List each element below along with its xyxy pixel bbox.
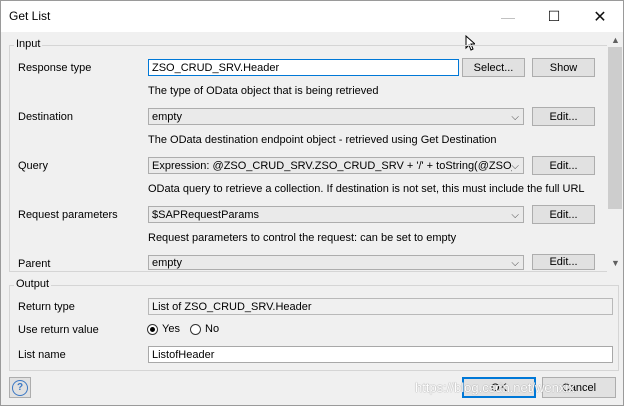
get-list-dialog: Get List — ☐ ✕ Input Response type ZSO_C…: [0, 0, 624, 406]
request-parameters-dropdown[interactable]: $SAPRequestParams ⌵: [148, 206, 524, 223]
request-parameters-value: $SAPRequestParams: [152, 209, 259, 221]
query-value: Expression: @ZSO_CRUD_SRV.ZSO_CRUD_SRV +…: [152, 160, 512, 172]
radio-selected-icon: [147, 323, 158, 335]
show-button[interactable]: Show: [532, 58, 595, 77]
close-button[interactable]: ✕: [577, 1, 623, 32]
window-title: Get List: [9, 9, 51, 23]
output-group: Output Return type List of ZSO_CRUD_SRV.…: [9, 278, 619, 371]
help-icon: ?: [12, 379, 28, 396]
parent-label: Parent: [18, 258, 51, 270]
parent-value: empty: [152, 257, 182, 269]
query-dropdown[interactable]: Expression: @ZSO_CRUD_SRV.ZSO_CRUD_SRV +…: [148, 157, 524, 174]
minimize-button[interactable]: —: [485, 1, 531, 32]
destination-edit-button[interactable]: Edit...: [532, 107, 595, 126]
query-hint: OData query to retrieve a collection. If…: [148, 183, 585, 195]
parent-edit-button[interactable]: Edit...: [532, 254, 595, 270]
vertical-scrollbar[interactable]: ▲ ▼: [607, 33, 623, 272]
scrollbar-thumb[interactable]: [608, 47, 622, 209]
response-type-label: Response type: [18, 62, 92, 74]
list-name-label: List name: [18, 349, 66, 361]
chevron-down-icon: ⌵: [511, 210, 519, 221]
return-type-label: Return type: [18, 301, 75, 313]
destination-hint: The OData destination endpoint object - …: [148, 134, 497, 146]
chevron-down-icon: ⌵: [511, 258, 519, 269]
use-return-value-yes-radio[interactable]: Yes: [147, 323, 180, 335]
radio-no-label: No: [205, 323, 220, 335]
radio-yes-label: Yes: [162, 323, 180, 335]
maximize-button[interactable]: ☐: [531, 1, 577, 32]
output-legend: Output: [14, 278, 52, 290]
scroll-up-icon[interactable]: ▲: [611, 35, 620, 45]
query-edit-button[interactable]: Edit...: [532, 156, 595, 175]
request-parameters-hint: Request parameters to control the reques…: [148, 232, 457, 244]
parent-dropdown[interactable]: empty ⌵: [148, 255, 524, 270]
request-parameters-label: Request parameters: [18, 209, 118, 221]
use-return-value-label: Use return value: [18, 324, 99, 336]
chevron-down-icon: ⌵: [511, 161, 519, 172]
destination-value: empty: [152, 111, 182, 123]
chevron-down-icon: ⌵: [511, 112, 519, 123]
scroll-down-icon[interactable]: ▼: [611, 258, 620, 268]
query-label: Query: [18, 160, 48, 172]
destination-label: Destination: [18, 111, 74, 123]
input-group: Input Response type ZSO_CRUD_SRV.Header …: [9, 38, 609, 272]
title-bar: Get List — ☐ ✕: [1, 1, 623, 32]
destination-dropdown[interactable]: empty ⌵: [148, 108, 524, 125]
response-type-hint: The type of OData object that is being r…: [148, 85, 379, 97]
response-type-field[interactable]: ZSO_CRUD_SRV.Header: [148, 59, 459, 76]
dialog-footer: ? OK Cancel https://blog.csdn.net/wenxix: [1, 372, 623, 405]
watermark: https://blog.csdn.net/wenxix: [415, 380, 575, 395]
radio-unselected-icon: [190, 323, 201, 335]
help-button[interactable]: ?: [9, 377, 31, 398]
use-return-value-no-radio[interactable]: No: [190, 323, 219, 335]
list-name-field[interactable]: ListofHeader: [148, 346, 613, 363]
select-button[interactable]: Select...: [462, 58, 525, 77]
return-type-field: List of ZSO_CRUD_SRV.Header: [148, 298, 613, 315]
input-legend: Input: [14, 38, 43, 50]
request-parameters-edit-button[interactable]: Edit...: [532, 205, 595, 224]
